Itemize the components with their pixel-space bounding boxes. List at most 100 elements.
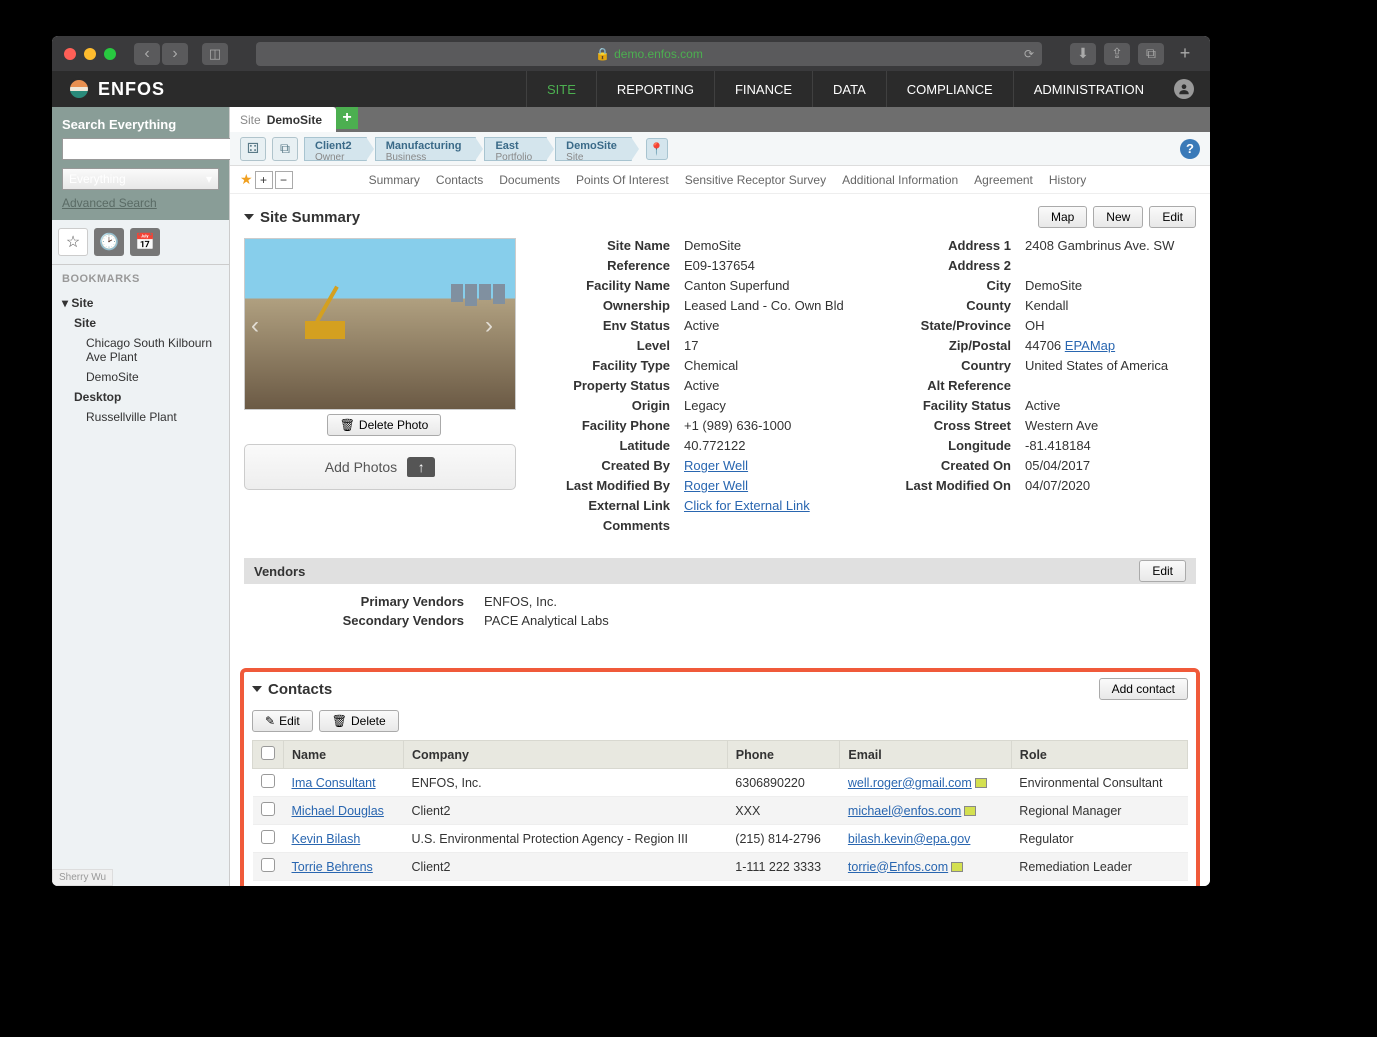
row-checkbox[interactable] (261, 830, 275, 844)
minus-button[interactable]: − (275, 171, 293, 189)
breadcrumb-item[interactable]: Client2Owner (304, 137, 367, 161)
new-button[interactable]: New (1093, 206, 1143, 228)
vendors-edit-button[interactable]: Edit (1139, 560, 1186, 582)
contacts-header-cell: Email (840, 741, 1011, 769)
subnav-summary[interactable]: Summary (369, 173, 420, 187)
breadcrumb-item[interactable]: ManufacturingBusiness (375, 137, 477, 161)
detail-row: Site NameDemoSite (544, 238, 855, 253)
row-checkbox[interactable] (261, 858, 275, 872)
nav-finance[interactable]: FINANCE (714, 71, 812, 107)
sidebar-toggle[interactable]: ◫ (202, 43, 228, 65)
copy-icon[interactable]: ⧉ (272, 137, 298, 161)
subnav-history[interactable]: History (1049, 173, 1086, 187)
contact-email-link[interactable]: bilash.kevin@epa.gov (848, 832, 971, 846)
detail-link[interactable]: Roger Well (684, 458, 748, 473)
nav-reporting[interactable]: REPORTING (596, 71, 714, 107)
contact-name-link[interactable]: Michael Douglas (292, 804, 384, 818)
subnav-documents[interactable]: Documents (499, 173, 560, 187)
advanced-search-link[interactable]: Advanced Search (62, 196, 157, 210)
contact-email-link[interactable]: michael@enfos.com (848, 804, 961, 818)
tab-bookmarks[interactable]: ☆ (58, 228, 88, 256)
contact-name-link[interactable]: Torrie Behrens (292, 860, 373, 874)
tree-item[interactable]: Desktop (62, 387, 219, 407)
map-pin-icon[interactable]: 📍 (646, 138, 668, 160)
photo-next[interactable]: › (485, 312, 509, 336)
subnav: ★ + − Summary Contacts Documents Points Of … (230, 166, 1210, 194)
star-icon[interactable]: ★ (240, 171, 253, 188)
add-contact-button[interactable]: Add contact (1099, 678, 1188, 700)
tree-item[interactable]: Site (62, 313, 219, 333)
plus-button[interactable]: + (255, 171, 273, 189)
detail-link[interactable]: Click for External Link (684, 498, 810, 513)
download-icon[interactable]: ⬇ (1070, 43, 1096, 65)
contacts-header-cell: Phone (727, 741, 840, 769)
contacts-delete-button[interactable]: 🗑 Delete (319, 710, 399, 732)
subnav-sensitive-receptor-survey[interactable]: Sensitive Receptor Survey (685, 173, 826, 187)
detail-row: Facility StatusActive (885, 398, 1196, 413)
trash-icon: 🗑 (340, 418, 355, 432)
maximize-window[interactable] (104, 48, 116, 60)
vendor-row: Secondary VendorsPACE Analytical Labs (244, 613, 1196, 628)
contact-email-link[interactable]: torrie@Enfos.com (848, 860, 948, 874)
close-window[interactable] (64, 48, 76, 60)
minimize-window[interactable] (84, 48, 96, 60)
tree-item[interactable]: ▾ Site (62, 293, 219, 313)
url-text: demo.enfos.com (614, 47, 703, 61)
email-icon (964, 806, 976, 816)
delete-photo-button[interactable]: 🗑 Delete Photo (327, 414, 442, 436)
url-bar[interactable]: 🔒 demo.enfos.com ⟳ (256, 42, 1042, 66)
search-title: Search Everything (62, 117, 219, 132)
select-all-checkbox[interactable] (261, 746, 275, 760)
tabs-icon[interactable]: ⧉ (1138, 43, 1164, 65)
breadcrumb-item[interactable]: EastPortfolio (484, 137, 547, 161)
nav-administration[interactable]: ADMINISTRATION (1013, 71, 1164, 107)
detail-row: CountryUnited States of America (885, 358, 1196, 373)
tab-calendar[interactable]: 📅 (130, 228, 160, 256)
contacts-edit-button[interactable]: ✎ Edit (252, 710, 313, 732)
nav-compliance[interactable]: COMPLIANCE (886, 71, 1013, 107)
table-row: Michael DouglasClient2XXXmichael@enfos.c… (253, 797, 1188, 825)
tree-item[interactable]: Russellville Plant (62, 407, 219, 427)
table-row: Ima ConsultantENFOS, Inc.6306890220well.… (253, 769, 1188, 797)
detail-row: CountyKendall (885, 298, 1196, 313)
refresh-icon[interactable]: ⟳ (1024, 47, 1034, 61)
row-checkbox[interactable] (261, 802, 275, 816)
new-tab-button[interactable]: + (1172, 43, 1198, 65)
detail-link[interactable]: EPAMap (1065, 338, 1115, 353)
subnav-additional-information[interactable]: Additional Information (842, 173, 958, 187)
contacts-table: NameCompanyPhoneEmailRole Ima Consultant… (252, 740, 1188, 881)
forward-button[interactable]: › (162, 43, 188, 65)
edit-button[interactable]: Edit (1149, 206, 1196, 228)
collapse-icon[interactable] (252, 686, 262, 692)
contact-email-link[interactable]: well.roger@gmail.com (848, 776, 972, 790)
breadcrumb-item[interactable]: DemoSiteSite (555, 137, 632, 161)
site-photo: ‹ › (244, 238, 516, 410)
share-icon[interactable]: ⇪ (1104, 43, 1130, 65)
collapse-icon[interactable] (244, 214, 254, 220)
hierarchy-icon[interactable]: ⚃ (240, 137, 266, 161)
subnav-contacts[interactable]: Contacts (436, 173, 483, 187)
help-icon[interactable]: ? (1180, 139, 1200, 159)
search-scope-select[interactable]: Everything ▾ (62, 168, 219, 190)
footer-user: Sherry Wu (52, 869, 113, 886)
row-checkbox[interactable] (261, 774, 275, 788)
contact-name-link[interactable]: Ima Consultant (292, 776, 376, 790)
add-tab-button[interactable]: + (336, 107, 358, 129)
nav-site[interactable]: SITE (526, 71, 596, 107)
map-button[interactable]: Map (1038, 206, 1087, 228)
content-tab[interactable]: Site DemoSite (230, 107, 336, 132)
tree-item[interactable]: DemoSite (62, 367, 219, 387)
back-button[interactable]: ‹ (134, 43, 160, 65)
subnav-agreement[interactable]: Agreement (974, 173, 1033, 187)
tree-item[interactable]: Chicago South Kilbourn Ave Plant (62, 333, 219, 367)
photo-prev[interactable]: ‹ (251, 312, 275, 336)
logo[interactable]: ENFOS (68, 78, 165, 100)
contact-name-link[interactable]: Kevin Bilash (292, 832, 361, 846)
user-menu[interactable] (1174, 79, 1194, 99)
search-input[interactable] (62, 138, 249, 160)
tab-recent[interactable]: 🕑 (94, 228, 124, 256)
subnav-points-of-interest[interactable]: Points Of Interest (576, 173, 669, 187)
nav-data[interactable]: DATA (812, 71, 886, 107)
detail-link[interactable]: Roger Well (684, 478, 748, 493)
add-photos-button[interactable]: Add Photos (244, 444, 516, 490)
